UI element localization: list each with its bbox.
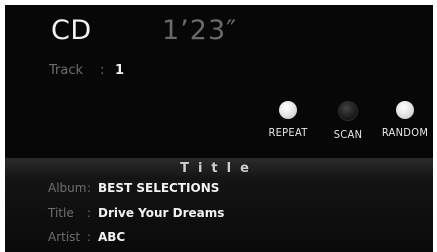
track-info-panel: Title Album : BEST SELECTIONS Title : Dr… [5, 158, 433, 252]
track-separator: : [100, 63, 105, 78]
track-number: 1 [115, 63, 125, 78]
random-indicator-icon [396, 101, 414, 119]
album-separator: : [87, 181, 92, 195]
album-label: Album [48, 181, 87, 195]
repeat-indicator-icon [279, 101, 297, 119]
scan-indicator-icon [338, 101, 358, 121]
elapsed-time: 1’23″ [162, 15, 238, 46]
cd-player-screen: CD 1’23″ Track : 1 REPEAT SCAN RANDOM Ti… [5, 5, 433, 252]
track-label: Track [49, 63, 84, 78]
source-label: CD [51, 15, 92, 46]
repeat-button[interactable]: REPEAT [258, 101, 318, 139]
artist-label: Artist [48, 230, 81, 244]
title-separator: : [87, 206, 92, 220]
artist-row: Artist : ABC [5, 230, 433, 250]
scan-button[interactable]: SCAN [318, 101, 378, 141]
title-row: Title : Drive Your Dreams [5, 206, 433, 226]
artist-value: ABC [98, 230, 126, 244]
scan-label: SCAN [333, 128, 363, 141]
random-button[interactable]: RANDOM [375, 101, 433, 139]
title-label: Title [48, 206, 74, 220]
album-value: BEST SELECTIONS [98, 181, 220, 195]
repeat-label: REPEAT [268, 126, 308, 139]
album-row: Album : BEST SELECTIONS [5, 181, 433, 201]
title-value: Drive Your Dreams [98, 206, 225, 220]
random-label: RANDOM [381, 126, 429, 139]
artist-separator: : [87, 230, 92, 244]
info-heading: Title [180, 161, 258, 176]
